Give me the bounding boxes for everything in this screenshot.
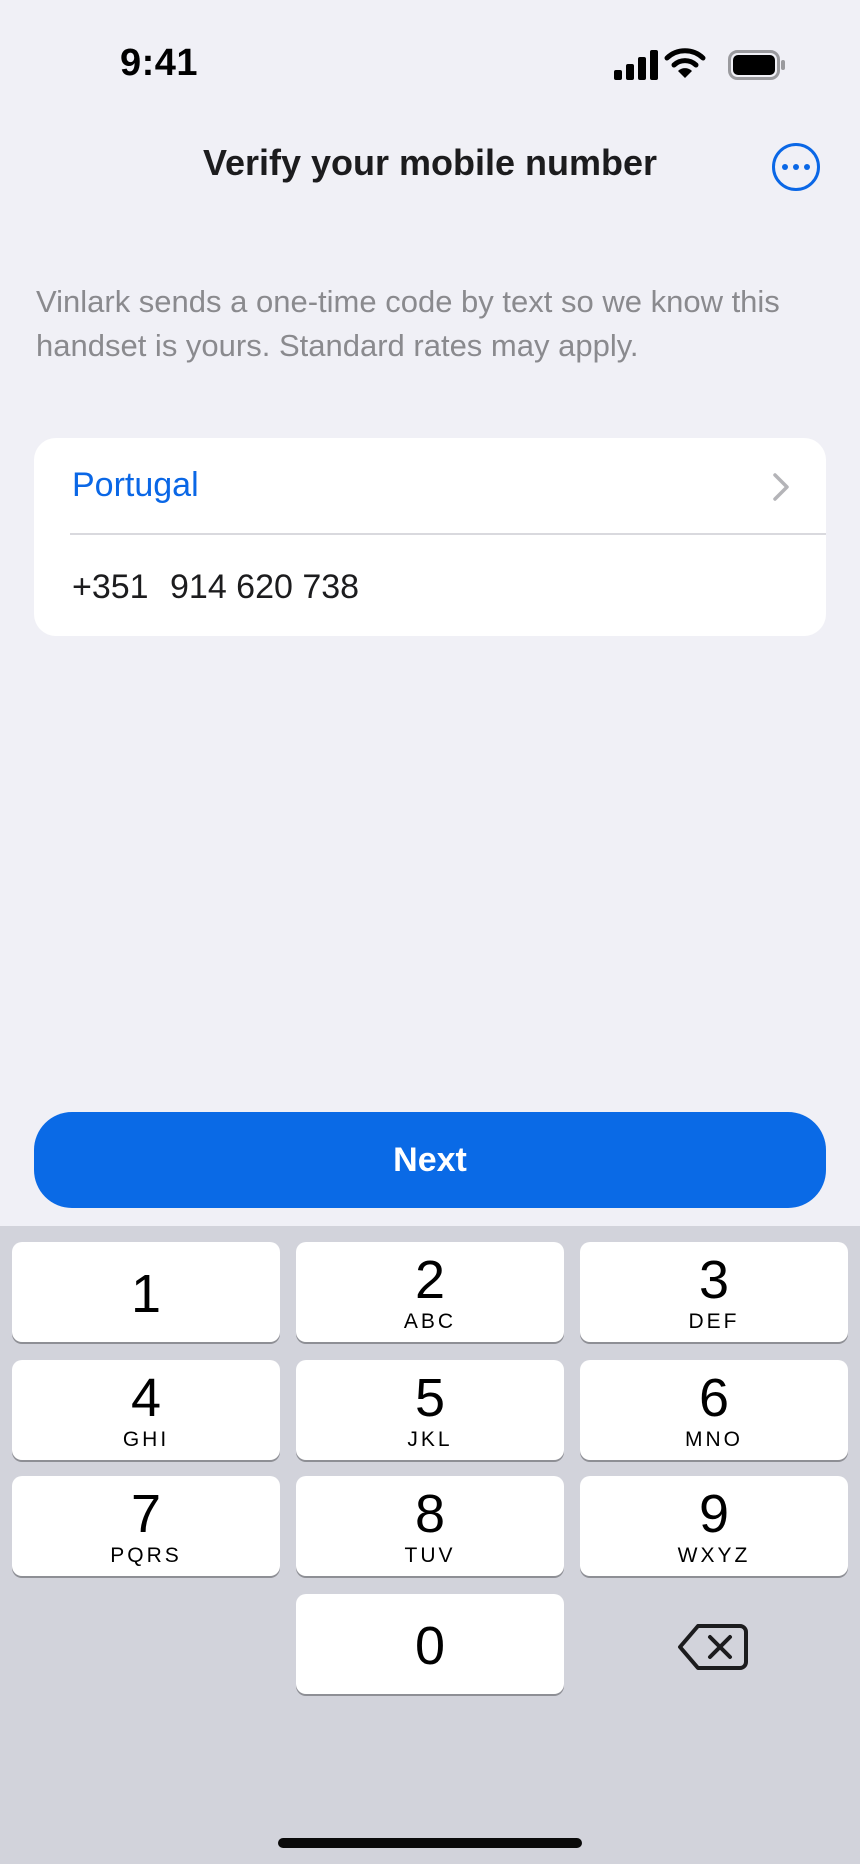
chevron-right-icon [773, 473, 789, 501]
ellipsis-dot [793, 164, 799, 170]
key-3[interactable]: 3 DEF [580, 1242, 848, 1342]
key-letters: JKL [407, 1428, 453, 1451]
country-selector[interactable]: Portugal [34, 438, 826, 534]
key-letters: TUV [404, 1544, 456, 1567]
key-letters: DEF [688, 1310, 740, 1333]
key-digit: 9 [698, 1484, 730, 1544]
signal-icon [614, 50, 658, 80]
key-letters: MNO [685, 1428, 743, 1451]
phone-row: +351 [34, 535, 826, 636]
phone-number-input[interactable] [170, 568, 770, 607]
key-digit: 2 [414, 1250, 446, 1310]
key-digit: 6 [698, 1368, 730, 1428]
key-letters: PQRS [110, 1544, 182, 1567]
key-digit: 7 [130, 1484, 162, 1544]
key-letters: GHI [122, 1428, 170, 1451]
page-title: Verify your mobile number [202, 142, 658, 183]
battery-icon [728, 50, 785, 80]
key-digit: 1 [130, 1264, 162, 1324]
wifi-icon [664, 48, 706, 78]
key-9[interactable]: 9 WXYZ [580, 1476, 848, 1576]
key-letters: WXYZ [677, 1544, 751, 1567]
key-4[interactable]: 4 GHI [12, 1360, 280, 1460]
next-button[interactable]: Next [34, 1112, 826, 1208]
home-indicator [278, 1838, 582, 1848]
numeric-keypad: 1 2 ABC 3 DEF 4 GHI 5 JKL 6 MNO 7 PQRS 8… [0, 1226, 860, 1864]
ellipsis-circle-icon [782, 164, 788, 170]
key-5[interactable]: 5 JKL [296, 1360, 564, 1460]
ellipsis-dot [804, 164, 810, 170]
phone-form-card: Portugal +351 [34, 438, 826, 636]
key-7[interactable]: 7 PQRS [12, 1476, 280, 1576]
description-text: Vinlark sends a one-time code by text so… [36, 284, 780, 363]
key-6[interactable]: 6 MNO [580, 1360, 848, 1460]
key-2[interactable]: 2 ABC [296, 1242, 564, 1342]
status-bar: 9:41 [0, 0, 860, 130]
more-options-button[interactable] [772, 143, 820, 191]
key-1[interactable]: 1 [12, 1242, 280, 1342]
key-digit: 0 [414, 1616, 446, 1676]
country-code: +351 [72, 568, 149, 606]
key-digit: 8 [414, 1484, 446, 1544]
key-letters: ABC [403, 1310, 457, 1333]
key-digit: 5 [414, 1368, 446, 1428]
key-8[interactable]: 8 TUV [296, 1476, 564, 1576]
country-name: Portugal [72, 466, 199, 504]
backspace-icon[interactable] [676, 1620, 750, 1674]
key-digit: 3 [698, 1250, 730, 1310]
status-time: 9:41 [120, 42, 199, 84]
key-0[interactable]: 0 [296, 1594, 564, 1694]
key-digit: 4 [130, 1368, 162, 1428]
